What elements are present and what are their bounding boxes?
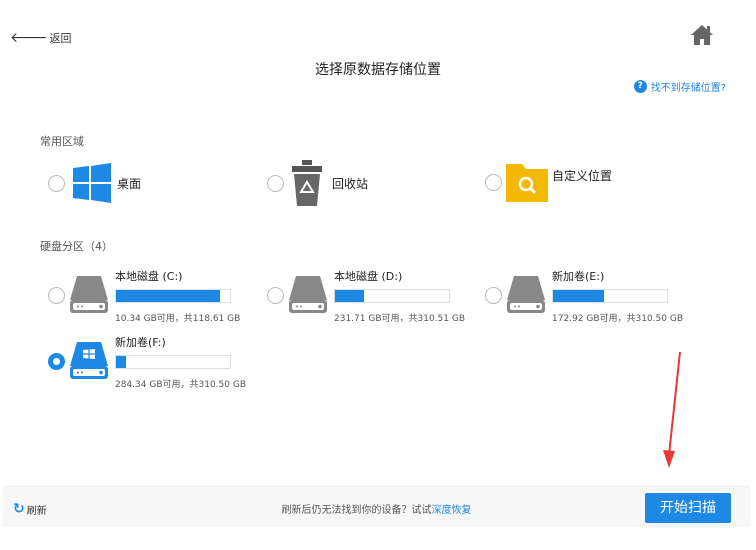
usage-fill — [116, 290, 221, 302]
usage-fill — [116, 356, 126, 368]
radio[interactable] — [485, 173, 502, 191]
start-scan-button[interactable]: 开始扫描 — [645, 493, 731, 523]
footer-hint: 刷新后仍无法找到你的设备？试试 — [281, 505, 432, 516]
radio[interactable] — [48, 287, 65, 304]
usage-bar — [115, 355, 231, 369]
help-link[interactable]: ? 找不到存储位置? — [633, 79, 726, 94]
footer-bar: ↻ 刷新 刷新后仍无法找到你的设备？试试深度恢复 开始扫描 — [3, 486, 750, 527]
location-desktop[interactable]: 桌面 — [48, 163, 141, 203]
arrow-left-icon: 🡐 — [10, 30, 48, 46]
folder-search-icon — [506, 164, 548, 202]
recycle-bin-icon — [292, 160, 322, 206]
radio[interactable] — [267, 287, 284, 304]
radio[interactable] — [48, 353, 65, 370]
home-icon[interactable] — [690, 24, 714, 50]
deep-recovery-link[interactable]: 深度恢复 — [432, 505, 472, 516]
back-button[interactable]: 🡐 返回 — [10, 29, 72, 46]
usage-fill — [553, 290, 604, 302]
location-recycle-bin[interactable]: 回收站 — [267, 160, 368, 206]
drive-icon — [289, 276, 327, 313]
page-title: 选择原数据存储位置 — [315, 62, 441, 78]
windows-icon — [73, 163, 111, 203]
radio[interactable] — [267, 174, 284, 192]
radio[interactable] — [485, 287, 502, 304]
question-icon: ? — [633, 80, 647, 93]
common-section-title: 常用区域 — [40, 135, 84, 148]
usage-fill — [335, 290, 364, 302]
usage-bar — [334, 289, 450, 303]
drive-icon — [507, 276, 545, 313]
radio[interactable] — [48, 174, 65, 192]
usage-bar — [115, 289, 231, 303]
annotation-arrow — [663, 351, 681, 468]
disk-section-title: 硬盘分区（4） — [40, 240, 113, 253]
location-custom[interactable]: 自定义位置 — [485, 162, 612, 202]
drive-icon — [70, 276, 108, 313]
drive-icon — [70, 342, 108, 379]
usage-bar — [552, 289, 668, 303]
